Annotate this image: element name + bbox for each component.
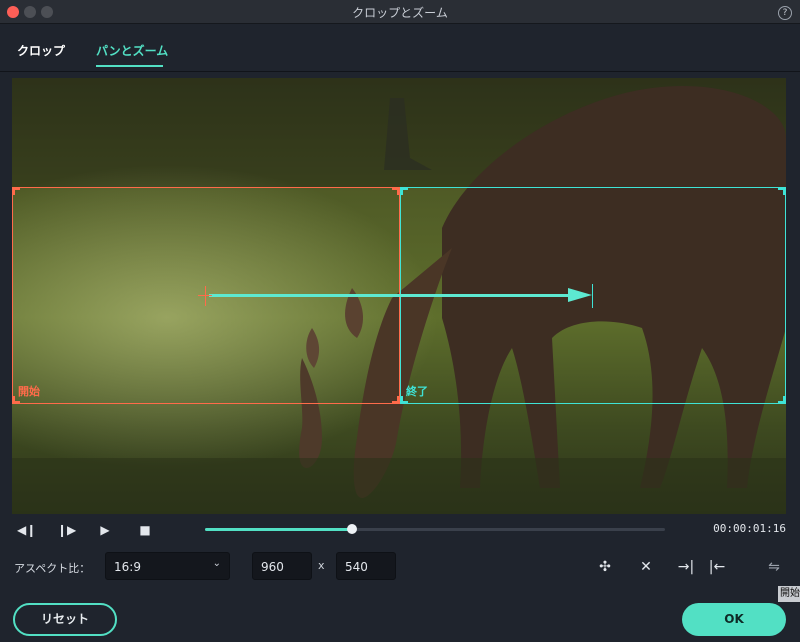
playback-progress-handle[interactable]	[347, 524, 358, 534]
fit-icon[interactable]: ✣	[596, 558, 614, 576]
width-input[interactable]: 960	[252, 552, 312, 580]
window-title: クロップとズーム	[352, 6, 448, 20]
end-frame-handle[interactable]	[400, 187, 408, 195]
dimension-separator: x	[318, 559, 325, 572]
height-input[interactable]: 540	[336, 552, 396, 580]
ok-button[interactable]: OK	[682, 603, 786, 636]
aspect-ratio-value: 16:9	[114, 560, 141, 574]
swap-icon[interactable]: ⇋	[765, 558, 783, 576]
aspect-ratio-select[interactable]: 16:9 ⌄	[105, 552, 230, 580]
end-frame-label: 終了	[406, 385, 428, 398]
fill-icon[interactable]: ✕	[637, 558, 655, 576]
video-preview: 開始 終了	[12, 78, 786, 514]
tab-pan-zoom[interactable]: パンとズーム	[96, 42, 168, 59]
playback-progress-fill	[205, 528, 353, 531]
transport-bar: ◀❙ ❙▶ ▶ ■ 00:00:01:16	[0, 514, 800, 548]
active-tab-indicator	[96, 65, 163, 67]
timecode: 00:00:01:16	[713, 522, 786, 535]
aspect-ratio-label: アスペクト比：	[14, 562, 91, 575]
tab-crop[interactable]: クロップ	[17, 42, 65, 59]
tab-bar: クロップ パンとズーム	[0, 24, 800, 72]
set-end-icon[interactable]: →|	[677, 558, 695, 576]
stop-icon[interactable]: ■	[137, 523, 153, 537]
start-frame-handle[interactable]	[392, 187, 400, 195]
end-center-marker	[592, 284, 593, 308]
play-prev-frame-icon[interactable]: ◀❙	[17, 523, 36, 537]
tooltip: 開始	[778, 586, 800, 602]
start-frame-label: 開始	[18, 385, 40, 398]
start-frame-handle[interactable]	[392, 396, 400, 404]
start-frame-handle[interactable]	[12, 187, 20, 195]
play-next-frame-icon[interactable]: ❙▶	[57, 523, 76, 537]
reset-button[interactable]: リセット	[13, 603, 117, 636]
chevron-down-icon: ⌄	[212, 558, 221, 569]
start-center-marker	[205, 286, 206, 306]
title-bar: クロップとズーム ?	[0, 0, 800, 24]
pan-direction-arrow	[209, 294, 571, 297]
end-frame-handle[interactable]	[778, 187, 786, 195]
playback-progress-bar[interactable]	[205, 524, 665, 534]
end-frame-handle[interactable]	[778, 396, 786, 404]
start-center-marker	[198, 295, 212, 296]
pan-direction-arrowhead	[568, 288, 592, 302]
aspect-controls: アスペクト比： 16:9 ⌄ 960 x 540 ✣ ✕ →| |← ⇋ 開始	[0, 548, 800, 602]
play-icon[interactable]: ▶	[97, 523, 113, 537]
help-icon[interactable]: ?	[778, 6, 792, 20]
set-start-icon[interactable]: |←	[708, 558, 726, 576]
